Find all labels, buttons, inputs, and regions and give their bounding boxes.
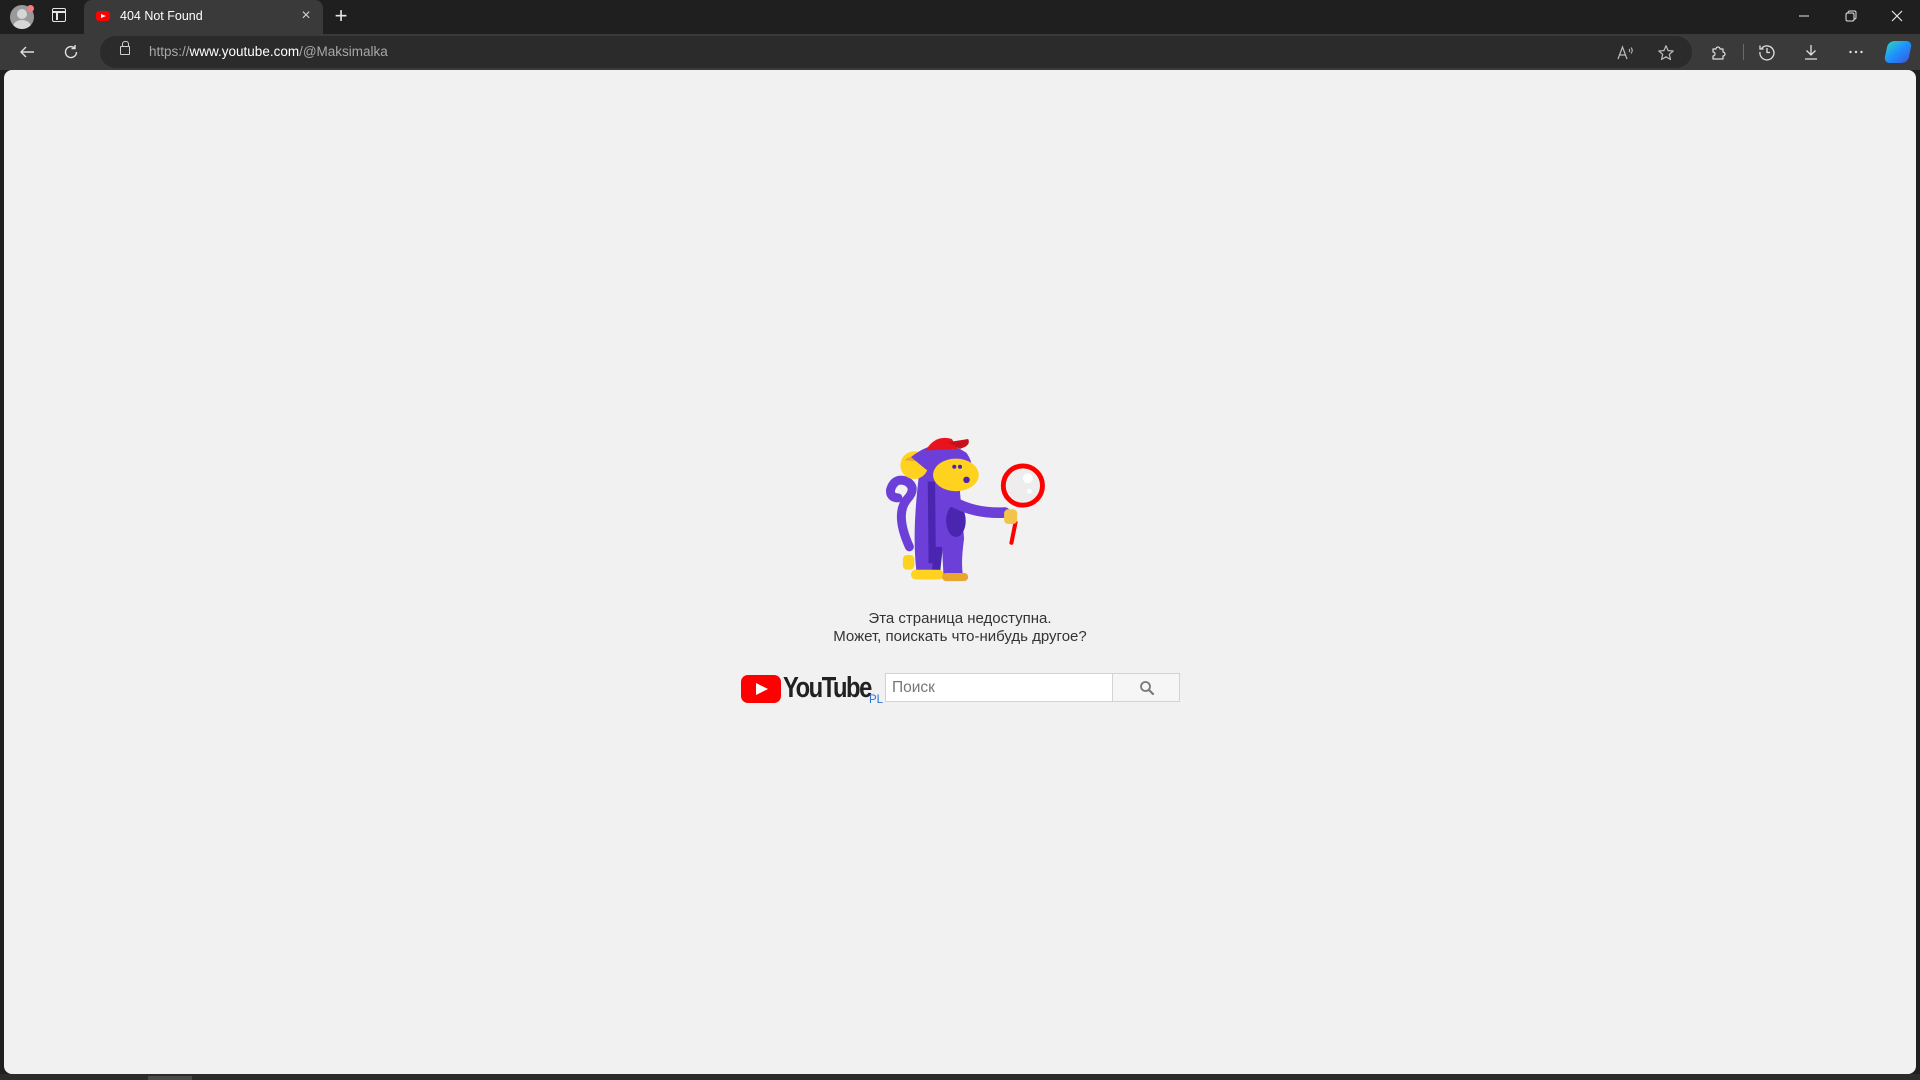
error-message-line1: Эта страница недоступна. (868, 610, 1052, 627)
refresh-icon (64, 45, 78, 59)
url-host: www.youtube.com (189, 44, 300, 59)
toolbar-divider (1743, 44, 1744, 60)
copilot-icon[interactable] (1883, 41, 1913, 63)
title-bar: 404 Not Found × + (0, 0, 1920, 34)
tab-404-not-found[interactable]: 404 Not Found × (84, 0, 323, 34)
address-bar[interactable]: https://www.youtube.com/@Maksimalka (100, 36, 1692, 68)
youtube-favicon-icon (96, 11, 110, 21)
scrollbar-thumb[interactable] (148, 1076, 192, 1080)
tab-title: 404 Not Found (120, 9, 203, 23)
browser-toolbar: https://www.youtube.com/@Maksimalka (0, 34, 1920, 70)
url-text[interactable]: https://www.youtube.com/@Maksimalka (149, 44, 388, 59)
restore-button[interactable] (1831, 4, 1871, 30)
back-button[interactable] (14, 39, 40, 65)
close-window-button[interactable] (1877, 4, 1917, 30)
extensions-icon[interactable] (1706, 39, 1732, 65)
download-icon[interactable] (1798, 39, 1824, 65)
more-icon[interactable] (1843, 39, 1869, 65)
youtube-home-link[interactable]: YouTube PL (741, 672, 885, 709)
minimize-button[interactable] (1784, 4, 1824, 30)
search-icon (1140, 681, 1155, 696)
youtube-wordmark: YouTube (783, 672, 872, 704)
lock-icon[interactable] (120, 41, 130, 55)
bottom-edge (0, 1074, 1920, 1080)
refresh-button[interactable] (58, 39, 84, 65)
monkey-illustration (886, 437, 1045, 582)
read-aloud-icon[interactable] (1615, 42, 1637, 64)
back-icon (20, 46, 34, 58)
close-icon (1891, 10, 1903, 22)
error-message-line2: Может, поискать что-нибудь другое? (833, 628, 1087, 645)
url-scheme: https:// (149, 44, 190, 59)
restore-icon (1845, 10, 1857, 22)
youtube-play-logo-icon (741, 675, 781, 703)
new-tab-button[interactable]: + (331, 4, 351, 28)
url-path: /@Maksimalka (299, 44, 388, 59)
close-tab-icon[interactable]: × (297, 7, 315, 25)
tab-actions-icon[interactable] (52, 8, 66, 22)
minimize-icon (1799, 15, 1809, 17)
page-viewport: Эта страница недоступна. Может, поискать… (4, 70, 1916, 1074)
favorite-star-icon[interactable] (1655, 42, 1677, 64)
youtube-region-label: PL (869, 694, 884, 706)
search-input[interactable] (885, 673, 1113, 702)
notification-dot (27, 5, 34, 12)
history-icon[interactable] (1754, 39, 1780, 65)
search-button[interactable] (1113, 673, 1180, 702)
